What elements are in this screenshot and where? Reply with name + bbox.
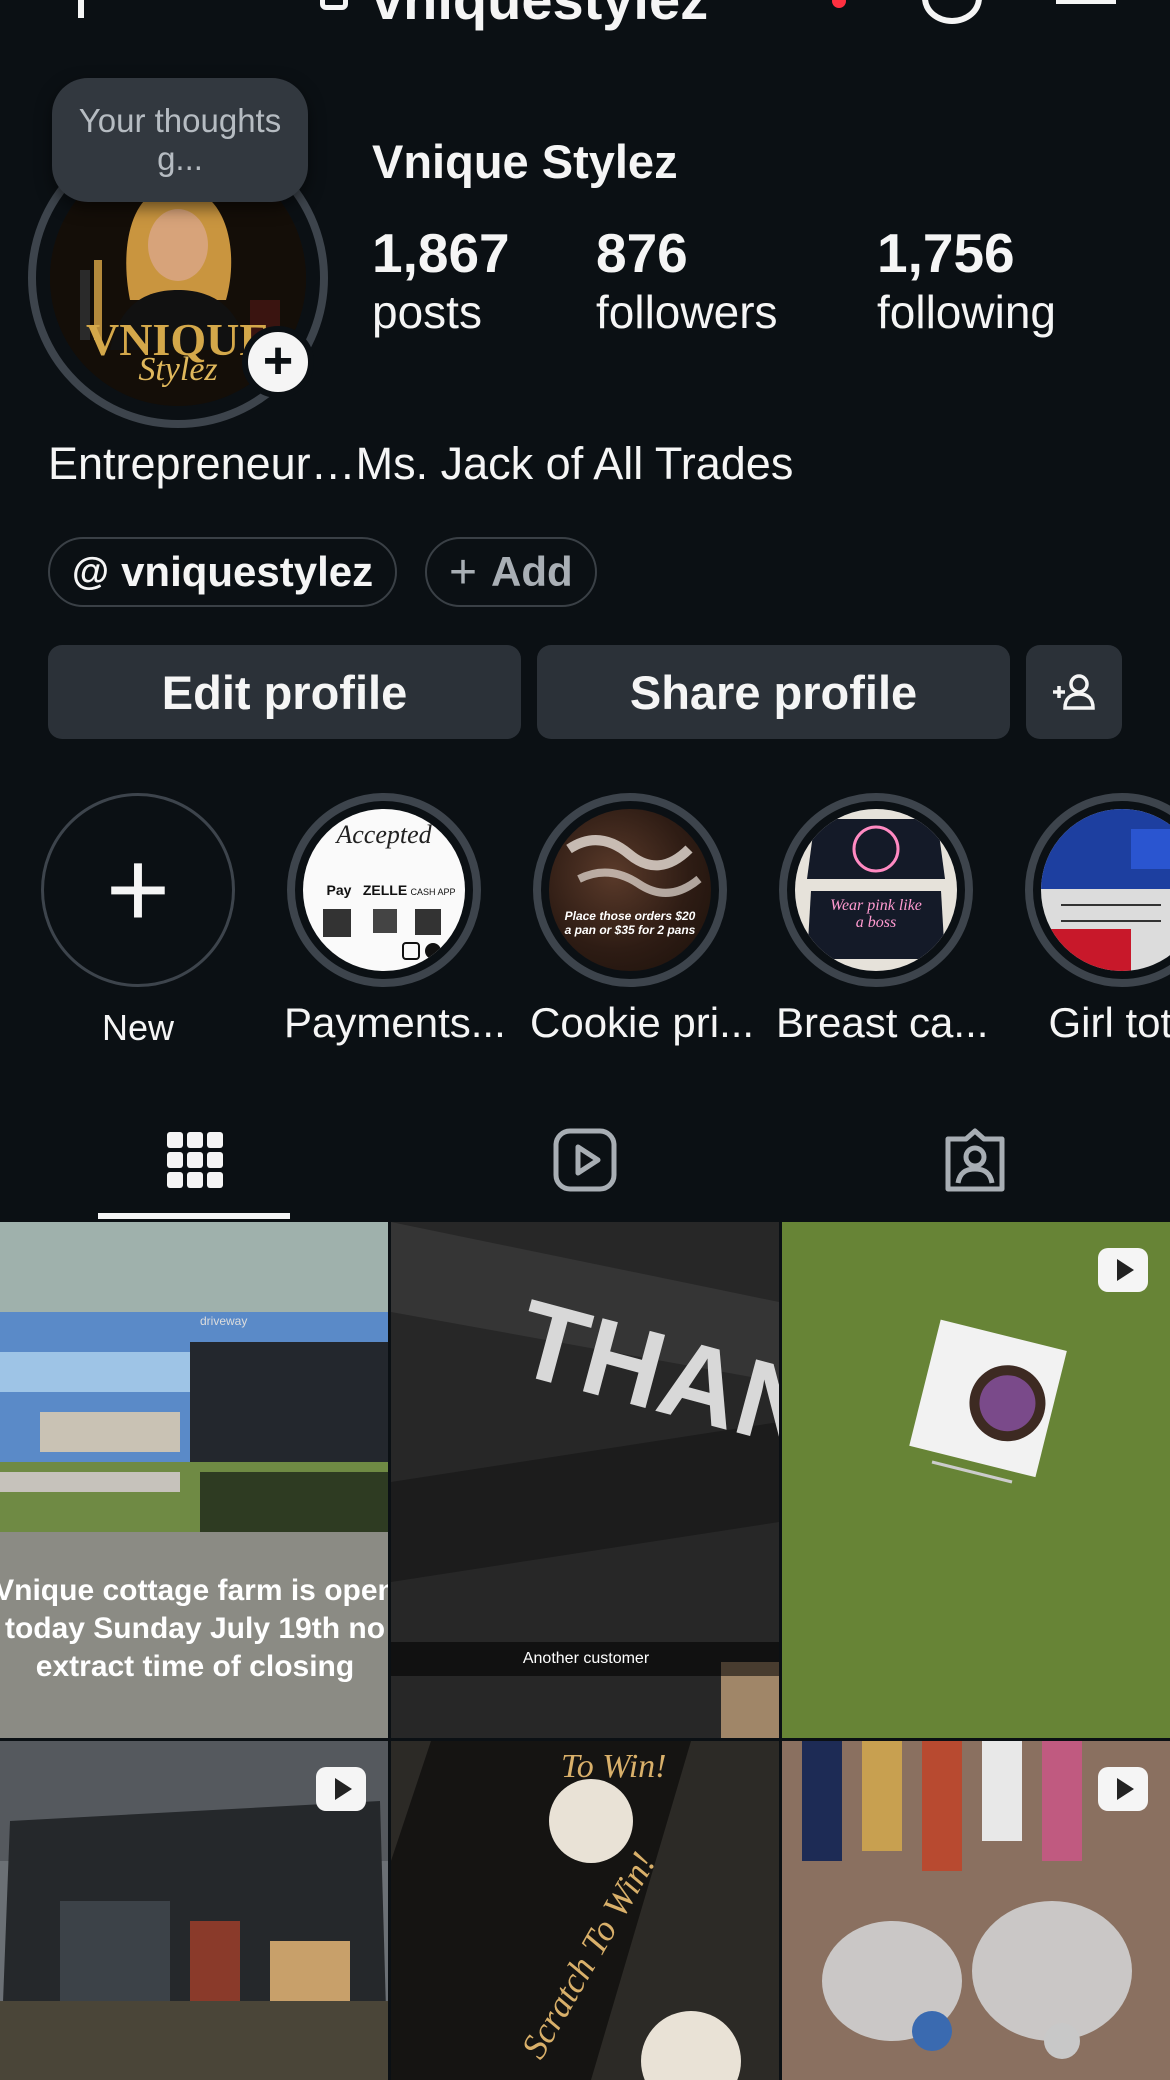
active-tab-indicator (98, 1213, 290, 1219)
highlight-cookie-cover: Place those orders $20 a pan or $35 for … (549, 809, 711, 971)
threads-icon[interactable] (922, 0, 982, 24)
post-tile[interactable]: driveway Vnique cottage farm is open tod… (0, 1222, 388, 1738)
highlight-payments-cover: Accepted Pay ZELLE CASH APP (303, 809, 465, 971)
tab-posts-grid[interactable] (0, 1100, 390, 1220)
girl-tote-cover-art (1041, 809, 1170, 971)
add-person-icon (1053, 674, 1095, 710)
avatar-logo-subtext: Stylez (138, 351, 217, 388)
followers-count: 876 (596, 222, 688, 284)
post-tile[interactable]: To Win! Scratch To Win! (391, 1741, 779, 2080)
discover-people-button[interactable] (1026, 645, 1122, 739)
username-header[interactable]: vniquestylez (372, 0, 708, 30)
cookie-cover-text: Place those orders $20 a pan or $35 for … (564, 909, 696, 937)
posts-grid: driveway Vnique cottage farm is open tod… (0, 1222, 1170, 2080)
add-link-chip[interactable]: + Add (425, 537, 597, 607)
following-label: following (877, 286, 1056, 338)
highlight-label: New (101, 1007, 175, 1048)
payments-title: Accepted (334, 820, 432, 849)
post-tile[interactable] (0, 1741, 388, 2080)
payments-item-pay: Pay (327, 882, 352, 898)
highlight-cookie[interactable]: Place those orders $20 a pan or $35 for … (530, 793, 755, 1047)
highlight-label: Girl tote (1048, 999, 1170, 1046)
highlight-new[interactable]: + New (38, 793, 238, 1049)
highlight-label: Cookie pri... (530, 999, 755, 1046)
display-name: Vnique Stylez (372, 135, 678, 188)
post-tile[interactable] (782, 1222, 1170, 1738)
posts-label: posts (372, 286, 482, 338)
tab-reels[interactable] (390, 1100, 780, 1220)
breast-cancer-cover-art: Wear pink like a boss (795, 809, 957, 971)
following-count: 1,756 (877, 222, 1015, 284)
followers-stat[interactable]: 876 followers (596, 222, 778, 340)
plus-icon: + (105, 828, 171, 951)
grid-icon (167, 1132, 223, 1188)
reel-icon (316, 1767, 366, 1811)
payments-item-cashapp: CASH APP (410, 887, 455, 897)
post-1-text: Vnique cottage farm is open today Sunday… (0, 1574, 388, 1683)
highlight-breast-cancer-cover: Wear pink like a boss (795, 809, 957, 971)
highlight-girl-tote-cover (1041, 809, 1170, 971)
profile-tabs (0, 1100, 1170, 1220)
top-bar: vniquestylez (0, 0, 1170, 30)
following-stat[interactable]: 1,756 following (877, 222, 1056, 340)
followers-label: followers (596, 286, 778, 338)
post-tile[interactable] (782, 1741, 1170, 2080)
payments-cover-art: Accepted Pay ZELLE CASH APP (323, 820, 456, 960)
post-5-photo: To Win! Scratch To Win! (391, 1741, 779, 2080)
posts-stat[interactable]: 1,867 posts (372, 222, 510, 340)
reels-icon (553, 1128, 617, 1192)
threads-chip[interactable]: @ vniquestylez (48, 537, 398, 607)
tab-tagged[interactable] (780, 1100, 1170, 1220)
highlight-label: Payments... (284, 999, 506, 1046)
menu-icon[interactable] (1056, 0, 1116, 10)
lock-icon (320, 0, 348, 10)
edit-profile-button[interactable]: Edit profile (48, 645, 521, 739)
create-icon[interactable] (78, 0, 84, 18)
reel-icon (1098, 1248, 1148, 1292)
share-profile-button[interactable]: Share profile (537, 645, 1010, 739)
tagged-icon (945, 1128, 1005, 1192)
new-highlight-circle[interactable]: + (41, 793, 235, 987)
notification-dot (832, 0, 846, 8)
thought-bubble[interactable]: Your thoughts g... (52, 78, 308, 202)
post-tile[interactable]: THANK YOU Another customer (391, 1222, 779, 1738)
highlight-breast-cancer[interactable]: Wear pink like a boss Breast ca... (776, 793, 989, 1047)
breast-cancer-cover-text: Wear pink like a boss (830, 897, 922, 931)
highlight-payments[interactable]: Accepted Pay ZELLE CASH APP Payments... (284, 793, 506, 1047)
post-2-caption: Another customer (391, 1642, 779, 1676)
highlight-label: Breast ca... (776, 999, 989, 1046)
highlight-girl-tote[interactable]: Girl tote (1022, 793, 1170, 1047)
post-3-photo (782, 1222, 1170, 1738)
cookie-cover-art: Place those orders $20 a pan or $35 for … (564, 835, 702, 937)
threads-icon: @ (72, 550, 110, 593)
post-1-overlay-text: driveway (200, 1314, 247, 1328)
add-link-label: Add (491, 548, 573, 595)
post-5-text-top: To Win! (561, 1748, 667, 1785)
bio: Entrepreneur…Ms. Jack of All Trades (48, 438, 794, 489)
posts-count: 1,867 (372, 222, 510, 284)
plus-icon: + (449, 545, 478, 599)
threads-handle: vniquestylez (121, 548, 374, 595)
reel-icon (1098, 1767, 1148, 1811)
add-story-button[interactable]: + (242, 326, 314, 398)
payments-item-zelle: ZELLE (363, 882, 407, 898)
